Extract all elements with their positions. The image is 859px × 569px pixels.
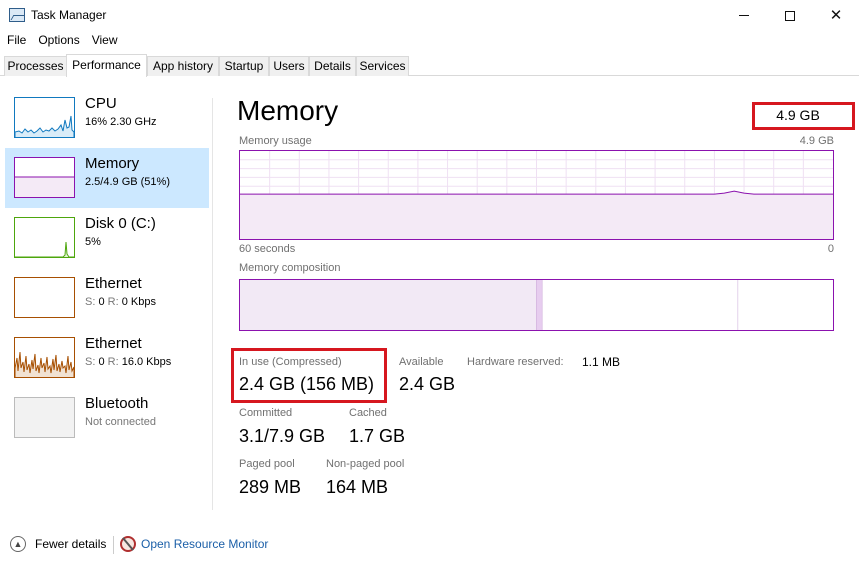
tab-strip: Processes Performance App history Startu… <box>0 54 859 77</box>
sidebar-item-detail: S: 0 R: 0 Kbps <box>85 296 156 308</box>
in-use-value: 2.4 GB (156 MB) <box>239 374 375 394</box>
fewer-details-button[interactable]: Fewer details <box>35 537 106 551</box>
open-resource-monitor-link[interactable]: Open Resource Monitor <box>141 537 268 551</box>
memory-thumbnail-graph <box>14 157 75 198</box>
sidebar-item-label: Memory <box>85 155 140 172</box>
sidebar-item-label: Disk 0 (C:) <box>85 215 156 232</box>
composition-label: Memory composition <box>239 262 341 274</box>
sidebar-item-disk[interactable]: Disk 0 (C:) 5% <box>5 208 209 268</box>
footer: ▲ Fewer details Open Resource Monitor <box>0 526 859 562</box>
memory-usage-graph <box>239 150 834 240</box>
minimize-button[interactable] <box>721 0 767 31</box>
composition-segment-free[interactable] <box>738 280 833 330</box>
send-value: 0 <box>98 356 105 368</box>
receive-value: 16.0 Kbps <box>121 356 172 368</box>
sidebar-item-detail: 16% 2.30 GHz <box>85 116 157 128</box>
tab-details[interactable]: Details <box>309 56 356 76</box>
available-label: Available <box>399 356 444 368</box>
available-value: 2.4 GB <box>399 374 456 394</box>
minimize-icon <box>739 15 749 16</box>
ethernet-thumbnail-graph <box>14 277 75 318</box>
sidebar-item-ethernet-2[interactable]: Ethernet S: 0 R: 16.0 Kbps <box>5 328 209 388</box>
tab-services[interactable]: Services <box>356 56 409 76</box>
send-label: S: <box>85 296 96 308</box>
committed-value: 3.1/7.9 GB <box>239 426 326 446</box>
non-paged-pool-label: Non-paged pool <box>326 458 405 470</box>
cached-value: 1.7 GB <box>349 426 406 446</box>
sidebar-item-label: Ethernet <box>85 275 142 292</box>
hardware-reserved-label: Hardware reserved: <box>467 356 564 368</box>
paged-pool-label: Paged pool <box>239 458 295 470</box>
hardware-reserved-value: 1.1 MB <box>582 355 621 369</box>
sidebar-divider <box>212 98 213 510</box>
composition-segment-in-use[interactable] <box>240 280 537 330</box>
composition-segment-modified[interactable] <box>536 280 543 330</box>
title-bar: Task Manager ✕ <box>0 0 859 31</box>
sidebar-item-detail: 5% <box>85 236 101 248</box>
sidebar-item-bluetooth[interactable]: Bluetooth Not connected <box>5 388 209 448</box>
tab-users[interactable]: Users <box>269 56 309 76</box>
graph-time-start: 60 seconds <box>239 243 296 255</box>
sidebar-item-memory[interactable]: Memory 2.5/4.9 GB (51%) <box>5 148 209 208</box>
committed-label: Committed <box>239 407 293 419</box>
tab-processes[interactable]: Processes <box>4 56 67 76</box>
usage-area <box>240 191 833 239</box>
memory-composition-bar <box>239 279 834 331</box>
receive-value: 0 Kbps <box>121 296 156 308</box>
window-title: Task Manager <box>31 8 107 22</box>
receive-label: R: <box>107 296 119 308</box>
usage-graph-label: Memory usage <box>239 135 312 147</box>
sidebar-item-ethernet-1[interactable]: Ethernet S: 0 R: 0 Kbps <box>5 268 209 328</box>
total-memory-value: 4.9 GB <box>776 107 820 123</box>
maximize-button[interactable] <box>767 0 813 31</box>
tab-performance[interactable]: Performance <box>66 54 147 77</box>
task-manager-icon <box>9 8 25 22</box>
tab-app-history[interactable]: App history <box>147 56 219 76</box>
cached-label: Cached <box>349 407 387 419</box>
send-label: S: <box>85 356 96 368</box>
sidebar-item-label: Bluetooth <box>85 395 149 412</box>
paged-pool-value: 289 MB <box>239 477 302 497</box>
cpu-thumbnail-graph <box>14 97 75 138</box>
footer-divider <box>113 536 114 554</box>
graph-time-end: 0 <box>827 243 834 255</box>
maximize-icon <box>785 10 795 21</box>
sidebar-item-label: CPU <box>85 95 117 112</box>
sidebar-item-cpu[interactable]: CPU 16% 2.30 GHz <box>5 88 209 148</box>
menu-bar: File Options View <box>0 32 124 52</box>
sidebar-item-detail: S: 0 R: 16.0 Kbps <box>85 356 171 368</box>
page-title: Memory <box>237 95 339 126</box>
menu-view[interactable]: View <box>86 32 124 52</box>
disk-thumbnail-graph <box>14 217 75 258</box>
tab-startup[interactable]: Startup <box>219 56 269 76</box>
close-icon: ✕ <box>829 7 843 24</box>
in-use-label: In use (Compressed) <box>239 356 342 368</box>
resource-monitor-icon[interactable] <box>120 536 136 552</box>
non-paged-pool-value: 164 MB <box>326 477 389 497</box>
usage-graph-max: 4.9 GB <box>799 135 834 147</box>
ethernet-thumbnail-graph <box>14 337 75 378</box>
sidebar-item-detail: 2.5/4.9 GB (51%) <box>85 176 170 188</box>
resource-sidebar: CPU 16% 2.30 GHz Memory 2.5/4.9 GB (51%)… <box>0 88 212 508</box>
send-value: 0 <box>98 296 105 308</box>
sidebar-item-label: Ethernet <box>85 335 142 352</box>
close-button[interactable]: ✕ <box>813 0 859 31</box>
composition-segment-standby[interactable] <box>542 280 739 330</box>
chevron-up-icon[interactable]: ▲ <box>10 536 26 552</box>
menu-file[interactable]: File <box>0 32 32 52</box>
bluetooth-thumbnail-graph <box>14 397 75 438</box>
sidebar-item-detail: Not connected <box>85 416 156 428</box>
menu-options[interactable]: Options <box>32 32 85 52</box>
receive-label: R: <box>107 356 119 368</box>
